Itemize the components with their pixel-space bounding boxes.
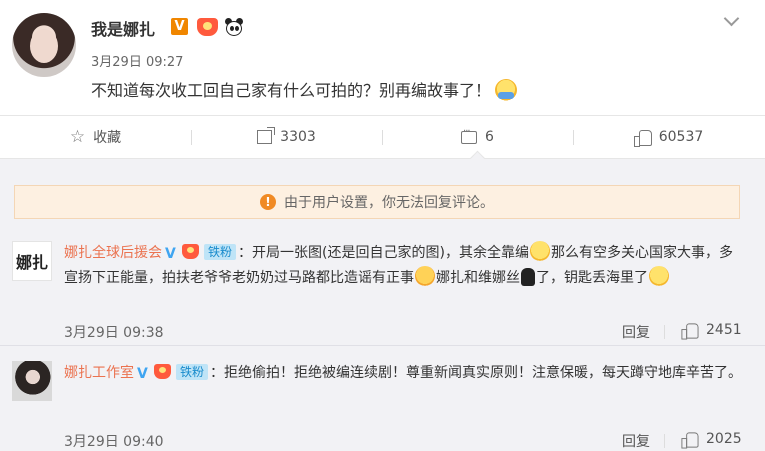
comment-item: 娜扎工作室 V 铁粉 ：拒绝偷拍！拒绝被编连续剧！尊重新闻真实原则！注意保暖，每天蹲守… (0, 353, 765, 451)
thumbs-up-icon (681, 322, 699, 340)
divider (664, 434, 665, 448)
warning-icon: ! (260, 194, 276, 210)
reply-button[interactable]: 回复 (622, 431, 650, 451)
avatar-logo-text: 娜扎 (15, 253, 48, 272)
commenter-avatar[interactable] (12, 361, 52, 401)
notice-text: 由于用户设置，你无法回复评论。 (284, 195, 494, 211)
comment-button[interactable]: 6 (382, 116, 573, 158)
comment-like-count: 2451 (706, 322, 742, 338)
post-action-bar: ☆ 收藏 3303 6 60537 (0, 115, 765, 159)
fan-club-icon (154, 364, 171, 379)
comment-item: 娜扎 娜扎全球后援会 V 铁粉 ：开局一张图(还是回自己家的图)，其余全靠编 那么有空多… (0, 241, 765, 346)
black-emoji-icon (521, 268, 535, 286)
fan-club-icon (197, 18, 218, 36)
panda-icon (223, 17, 245, 37)
share-count: 3303 (280, 129, 316, 145)
fan-badge: 铁粉 (176, 364, 209, 380)
comment-text-part: 了，钥匙丢海里了 (536, 270, 648, 286)
share-button[interactable]: 3303 (191, 116, 382, 158)
post-timestamp[interactable]: 3月29日 09:27 (91, 51, 183, 70)
hug-emoji-icon (495, 79, 518, 101)
post-text: 不知道每次收工回自己家有什么可拍的？别再编故事了！ (91, 77, 518, 101)
comment-icon (461, 126, 478, 144)
commenter-name[interactable]: 娜扎工作室 (64, 365, 134, 381)
author-name[interactable]: 我是娜扎 (91, 16, 155, 40)
like-button[interactable]: 60537 (573, 116, 764, 158)
divider (664, 325, 665, 339)
comment-timestamp: 3月29日 09:40 (64, 434, 164, 450)
laugh-emoji-icon (415, 266, 435, 286)
favorite-label: 收藏 (93, 130, 122, 146)
comment-text: 娜扎工作室 V 铁粉 ：拒绝偷拍！拒绝被编连续剧！尊重新闻真实原则！注意保暖，每天蹲守… (64, 361, 744, 386)
comment-text-part: ：开局一张图(还是回自己家的图)，其余全靠编 (238, 245, 529, 261)
post-text-content: 不知道每次收工回自己家有什么可拍的？别再编故事了！ (91, 81, 492, 100)
fan-badge: 铁粉 (204, 244, 237, 260)
comment-timestamp: 3月29日 09:38 (64, 325, 164, 341)
like-count: 60537 (658, 129, 704, 145)
verified-blue-v-icon: V (165, 246, 176, 262)
comment-text-part: ：拒绝偷拍！拒绝被编连续剧！尊重新闻真实原则！注意保暖，每天蹲守地库辛苦了。 (210, 365, 743, 381)
chevron-down-icon[interactable] (722, 12, 740, 30)
comment-count: 6 (485, 129, 494, 145)
smile-emoji-icon (529, 241, 550, 261)
comment-section: ! 由于用户设置，你无法回复评论。 娜扎 娜扎全球后援会 V 铁粉 ：开局一张图(还是… (0, 159, 765, 451)
reply-disabled-notice: ! 由于用户设置，你无法回复评论。 (14, 185, 740, 219)
comment-like-count: 2025 (706, 431, 742, 447)
verified-blue-v-icon: V (137, 366, 148, 382)
reply-button[interactable]: 回复 (622, 322, 650, 342)
thumbs-up-icon (681, 431, 699, 449)
author-avatar[interactable] (12, 13, 76, 77)
comment-text-part: 娜扎和维娜丝 (436, 270, 520, 286)
favorite-button[interactable]: ☆ 收藏 (0, 116, 191, 158)
fan-club-icon (182, 244, 199, 259)
comment-like-button[interactable]: 2451 (681, 322, 742, 340)
weibo-post: 我是娜扎 V 3月29日 09:27 不知道每次收工回自己家有什么可拍的？别再编… (0, 0, 765, 115)
share-icon (257, 127, 276, 144)
star-icon: ☆ (69, 127, 86, 147)
smile-emoji-icon (649, 266, 669, 286)
comment-like-button[interactable]: 2025 (681, 431, 742, 449)
commenter-avatar[interactable]: 娜扎 (12, 241, 52, 281)
commenter-name[interactable]: 娜扎全球后援会 (64, 245, 162, 261)
thumbs-up-icon (633, 129, 652, 147)
verified-v-icon: V (171, 18, 188, 35)
comment-text: 娜扎全球后援会 V 铁粉 ：开局一张图(还是回自己家的图)，其余全靠编 那么有空多关心国… (64, 241, 744, 291)
